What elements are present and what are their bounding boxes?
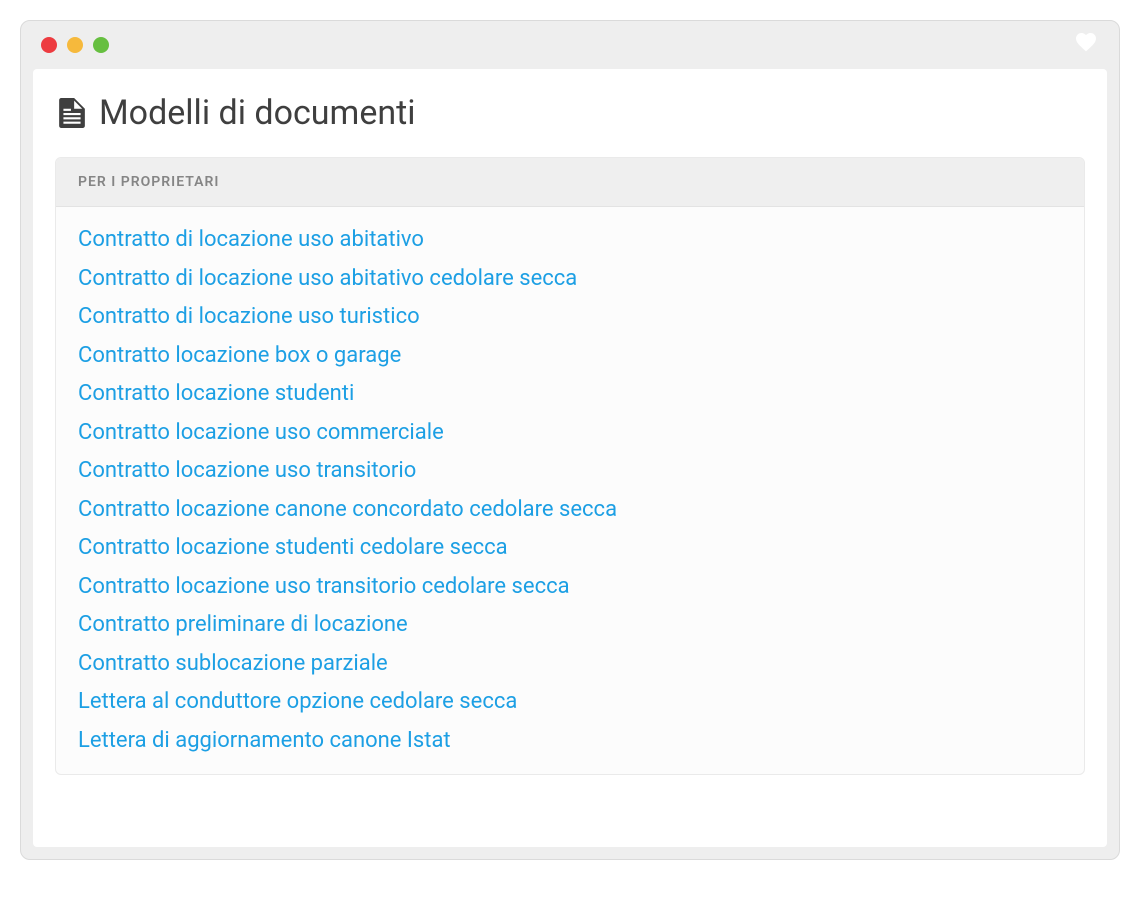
documents-panel: PER I PROPRIETARI Contratto di locazione…	[55, 157, 1085, 775]
document-link[interactable]: Contratto locazione canone concordato ce…	[78, 491, 1062, 530]
app-window: Modelli di documenti PER I PROPRIETARI C…	[20, 20, 1120, 860]
document-link[interactable]: Contratto di locazione uso abitativo ced…	[78, 260, 1062, 299]
section-heading: PER I PROPRIETARI	[78, 174, 1062, 190]
document-link[interactable]: Contratto di locazione uso abitativo	[78, 221, 1062, 260]
maximize-window-button[interactable]	[93, 37, 109, 53]
document-icon	[59, 98, 85, 128]
panel-header: PER I PROPRIETARI	[56, 158, 1084, 207]
document-link[interactable]: Contratto sublocazione parziale	[78, 645, 1062, 684]
document-link[interactable]: Contratto di locazione uso turistico	[78, 298, 1062, 337]
document-link[interactable]: Contratto locazione uso transitorio	[78, 452, 1062, 491]
document-link[interactable]: Contratto locazione box o garage	[78, 337, 1062, 376]
window-controls	[41, 37, 109, 53]
document-link[interactable]: Lettera al conduttore opzione cedolare s…	[78, 683, 1062, 722]
document-link[interactable]: Contratto preliminare di locazione	[78, 606, 1062, 645]
document-link[interactable]: Contratto locazione uso transitorio cedo…	[78, 568, 1062, 607]
heart-icon	[1073, 30, 1099, 60]
document-link[interactable]: Contratto locazione uso commerciale	[78, 414, 1062, 453]
content-area: Modelli di documenti PER I PROPRIETARI C…	[33, 69, 1107, 847]
documents-list: Contratto di locazione uso abitativo Con…	[56, 207, 1084, 774]
minimize-window-button[interactable]	[67, 37, 83, 53]
document-link[interactable]: Contratto locazione studenti cedolare se…	[78, 529, 1062, 568]
document-link[interactable]: Lettera di aggiornamento canone Istat	[78, 722, 1062, 761]
page-header: Modelli di documenti	[33, 69, 1107, 157]
document-link[interactable]: Contratto locazione studenti	[78, 375, 1062, 414]
titlebar	[21, 21, 1119, 69]
page-title: Modelli di documenti	[99, 93, 416, 133]
close-window-button[interactable]	[41, 37, 57, 53]
